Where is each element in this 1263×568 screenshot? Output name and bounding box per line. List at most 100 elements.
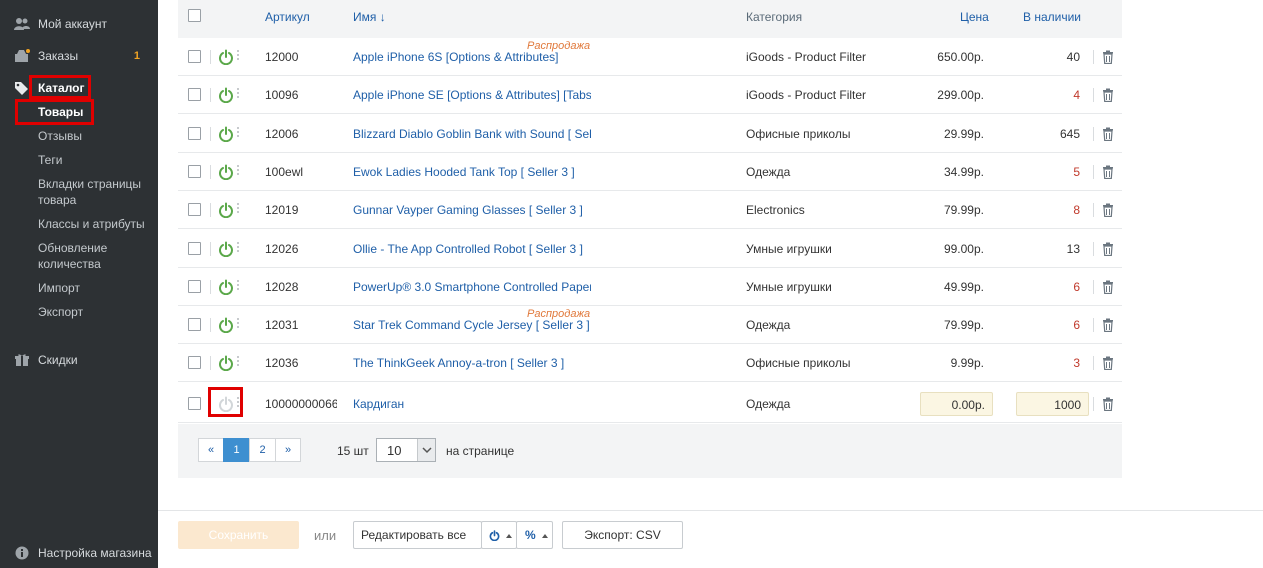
nav-my-account[interactable]: Мой аккаунт [0,16,158,32]
nav-reviews[interactable]: Отзывы [38,128,150,144]
row-sku: 12028 [265,279,299,294]
row-sku: 10000000066 [265,397,337,411]
row-checkbox[interactable] [188,279,201,293]
power-on-icon[interactable] [218,49,234,65]
items-count: 15 шт [337,444,369,458]
row-checkbox[interactable] [188,88,201,102]
row-product-name[interactable]: Apple iPhone SE [Options & Attributes] [… [353,88,591,102]
page-1-button[interactable]: 1 [223,438,250,462]
power-on-icon[interactable] [218,355,234,372]
gift-icon [14,352,30,368]
drag-handle-icon[interactable] [237,318,240,332]
row-product-name[interactable]: The ThinkGeek Annoy-a-tron [ Seller 3 ] [353,356,591,370]
row-price: 650.00р. [937,50,984,64]
power-toggle-dropdown[interactable] [481,521,517,549]
row-checkbox[interactable] [188,50,201,63]
column-divider [1093,318,1094,333]
nav-products[interactable]: Товары [38,104,150,120]
power-on-icon[interactable] [218,126,234,142]
trash-icon[interactable] [1102,88,1114,103]
nav-update-quantity[interactable]: Обновление количества [38,240,150,272]
row-category: Одежда [746,397,791,411]
header-stock[interactable]: В наличии [1023,10,1081,24]
trash-icon[interactable] [1102,318,1114,333]
drag-handle-icon[interactable] [237,203,240,217]
power-on-icon[interactable] [218,279,234,295]
power-on-icon[interactable] [218,87,234,104]
row-product-name[interactable]: Gunnar Vayper Gaming Glasses [ Seller 3 … [353,203,591,217]
per-page-select[interactable]: 10 [376,438,436,462]
sale-badge: Распродажа [527,308,591,321]
price-input[interactable]: 0.00р. [920,392,993,416]
export-csv-button[interactable]: Экспорт: CSV [562,521,683,549]
nav-store-settings-label: Настройка магазина [38,546,152,560]
drag-handle-icon[interactable] [237,88,240,102]
nav-store-settings[interactable]: Настройка магазина [0,545,158,561]
power-on-icon[interactable] [218,241,234,257]
row-product-name[interactable]: PowerUp® 3.0 Smartphone Controlled Paper… [353,280,591,294]
drag-handle-icon[interactable] [237,356,240,370]
prev-page-button[interactable]: « [198,438,224,462]
nav-discounts[interactable]: Скидки [0,352,158,368]
trash-icon[interactable] [1102,242,1114,256]
column-divider [1093,126,1094,141]
row-product-name[interactable]: Blizzard Diablo Goblin Bank with Sound [… [353,127,591,141]
edit-all-button[interactable]: Редактировать все [353,521,482,549]
power-on-icon[interactable] [218,202,234,219]
sidebar: Мой аккаунт Заказы 1 Каталог Товары Отзы… [0,0,158,568]
trash-icon[interactable] [1102,203,1114,218]
row-checkbox[interactable] [188,241,201,255]
nav-product-tabs[interactable]: Вкладки страницы товара [38,176,150,208]
trash-icon[interactable] [1102,356,1114,371]
nav-catalog[interactable]: Каталог [0,80,158,96]
table-row: 12036 The ThinkGeek Annoy-a-tron [ Seller… [178,344,1122,383]
drag-handle-icon[interactable] [237,241,240,256]
row-sku: 100ewl [265,164,304,179]
drag-handle-icon[interactable] [237,279,240,294]
header-price[interactable]: Цена [960,10,989,24]
nav-classes-attributes[interactable]: Классы и атрибуты [38,216,150,232]
table-row: 12000 Apple iPhone 6S [Options & Attribut… [178,38,1122,76]
nav-tags[interactable]: Теги [38,152,150,168]
drag-handle-icon[interactable] [237,164,240,179]
header-sku[interactable]: Артикул [265,10,310,24]
drag-handle-icon[interactable] [237,397,240,411]
power-on-icon[interactable] [218,164,234,180]
percent-dropdown[interactable]: % [516,521,553,549]
row-checkbox[interactable] [188,318,201,332]
next-page-button[interactable]: » [275,438,301,462]
column-divider [1093,88,1094,103]
row-product-name[interactable]: Ollie - The App Controlled Robot [ Selle… [353,242,591,256]
trash-icon[interactable] [1102,397,1114,411]
nav-export[interactable]: Экспорт [38,304,150,320]
nav-orders[interactable]: Заказы 1 [0,48,158,64]
select-all-checkbox[interactable] [188,9,201,22]
row-category: Офисные приколы [746,356,851,371]
header-name[interactable]: Имя ↓ [353,10,386,24]
column-divider [210,241,211,256]
row-product-name[interactable]: Star Trek Command Cycle Jersey [ Seller … [353,318,591,332]
nav-import[interactable]: Импорт [38,280,150,296]
column-divider [210,203,211,218]
drag-handle-icon[interactable] [237,50,240,64]
row-product-name[interactable]: Ewok Ladies Hooded Tank Top [ Seller 3 ] [353,165,591,179]
trash-icon[interactable] [1102,127,1114,141]
trash-icon[interactable] [1102,165,1114,179]
row-product-name[interactable]: Apple iPhone 6S [Options & Attributes] [353,50,591,64]
save-button[interactable]: Сохранить [178,521,299,549]
row-checkbox[interactable] [188,126,201,140]
row-checkbox[interactable] [188,356,201,370]
row-product-name[interactable]: Кардиган [353,397,591,411]
power-on-icon[interactable] [218,317,234,334]
trash-icon[interactable] [1102,50,1114,64]
row-checkbox[interactable] [188,397,201,410]
row-checkbox[interactable] [188,164,201,178]
page-2-button[interactable]: 2 [249,438,276,462]
quantity-input[interactable]: 1000 [1016,392,1089,416]
trash-icon[interactable] [1102,280,1114,294]
drag-handle-icon[interactable] [237,126,240,141]
row-category: iGoods - Product Filter [746,88,867,103]
row-checkbox[interactable] [188,203,201,217]
row-sku: 12006 [265,126,299,141]
power-off-icon[interactable] [218,396,234,412]
